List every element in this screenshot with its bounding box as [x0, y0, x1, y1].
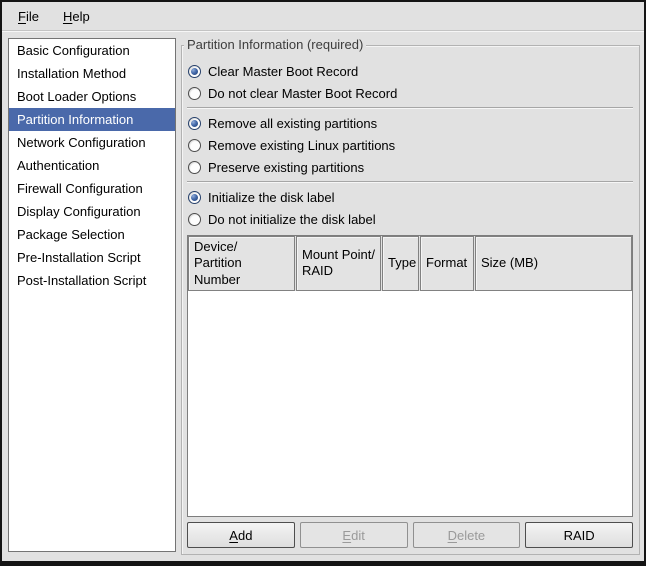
radio-selected-icon[interactable] [188, 65, 201, 78]
sidebar-item-installation-method[interactable]: Installation Method [9, 62, 175, 85]
raid-button[interactable]: RAID [525, 522, 633, 548]
radio-unselected-icon[interactable] [188, 213, 201, 226]
radio-unselected-icon[interactable] [188, 87, 201, 100]
separator [187, 107, 633, 109]
menu-help[interactable]: Help [53, 4, 100, 28]
sidebar-item-post-installation-script[interactable]: Post-Installation Script [9, 269, 175, 292]
radio-unselected-icon[interactable] [188, 161, 201, 174]
partition-information-frame: Partition Information (required) Clear M… [181, 45, 640, 555]
table-header-row: Device/ Partition Number Mount Point/ RA… [188, 236, 632, 291]
sidebar-item-authentication[interactable]: Authentication [9, 154, 175, 177]
menu-file[interactable]: File [8, 4, 49, 28]
sidebar-item-package-selection[interactable]: Package Selection [9, 223, 175, 246]
sidebar-item-display-configuration[interactable]: Display Configuration [9, 200, 175, 223]
sidebar-item-boot-loader-options[interactable]: Boot Loader Options [9, 85, 175, 108]
column-header-size-mb[interactable]: Size (MB) [475, 236, 632, 291]
radio-remove-all-partitions[interactable]: Remove all existing partitions [187, 112, 633, 134]
delete-button[interactable]: Delete [413, 522, 521, 548]
radio-label: Remove all existing partitions [208, 116, 377, 131]
sidebar-item-basic-configuration[interactable]: Basic Configuration [9, 39, 175, 62]
kickstart-configurator-window: File Help Basic Configuration Installati… [0, 0, 646, 566]
radio-selected-icon[interactable] [188, 117, 201, 130]
column-header-type[interactable]: Type [382, 236, 419, 291]
radio-selected-icon[interactable] [188, 191, 201, 204]
column-header-device-partition-number[interactable]: Device/ Partition Number [188, 236, 295, 291]
partitions-table: Device/ Partition Number Mount Point/ RA… [187, 235, 633, 517]
separator [187, 181, 633, 183]
radio-do-not-clear-mbr[interactable]: Do not clear Master Boot Record [187, 82, 633, 104]
menubar: File Help [2, 2, 644, 31]
button-row: Add Edit Delete RAID [187, 522, 633, 548]
radio-unselected-icon[interactable] [188, 139, 201, 152]
radio-label: Preserve existing partitions [208, 160, 364, 175]
column-header-format[interactable]: Format [420, 236, 474, 291]
section-list: Basic Configuration Installation Method … [8, 38, 176, 552]
radio-preserve-partitions[interactable]: Preserve existing partitions [187, 156, 633, 178]
sidebar-item-network-configuration[interactable]: Network Configuration [9, 131, 175, 154]
column-header-mount-point-raid[interactable]: Mount Point/ RAID [296, 236, 381, 291]
radio-label: Do not clear Master Boot Record [208, 86, 397, 101]
radio-do-not-initialize-disk-label[interactable]: Do not initialize the disk label [187, 208, 633, 230]
radio-remove-linux-partitions[interactable]: Remove existing Linux partitions [187, 134, 633, 156]
sidebar-item-pre-installation-script[interactable]: Pre-Installation Script [9, 246, 175, 269]
radio-initialize-disk-label[interactable]: Initialize the disk label [187, 186, 633, 208]
radio-label: Remove existing Linux partitions [208, 138, 395, 153]
radio-label: Clear Master Boot Record [208, 64, 358, 79]
sidebar-item-firewall-configuration[interactable]: Firewall Configuration [9, 177, 175, 200]
radio-clear-mbr[interactable]: Clear Master Boot Record [187, 60, 633, 82]
add-button[interactable]: Add [187, 522, 295, 548]
table-body-empty[interactable] [188, 291, 632, 516]
radio-label: Do not initialize the disk label [208, 212, 376, 227]
radio-label: Initialize the disk label [208, 190, 334, 205]
frame-content: Clear Master Boot Record Do not clear Ma… [182, 46, 639, 554]
edit-button[interactable]: Edit [300, 522, 408, 548]
sidebar-item-partition-information[interactable]: Partition Information [9, 108, 175, 131]
